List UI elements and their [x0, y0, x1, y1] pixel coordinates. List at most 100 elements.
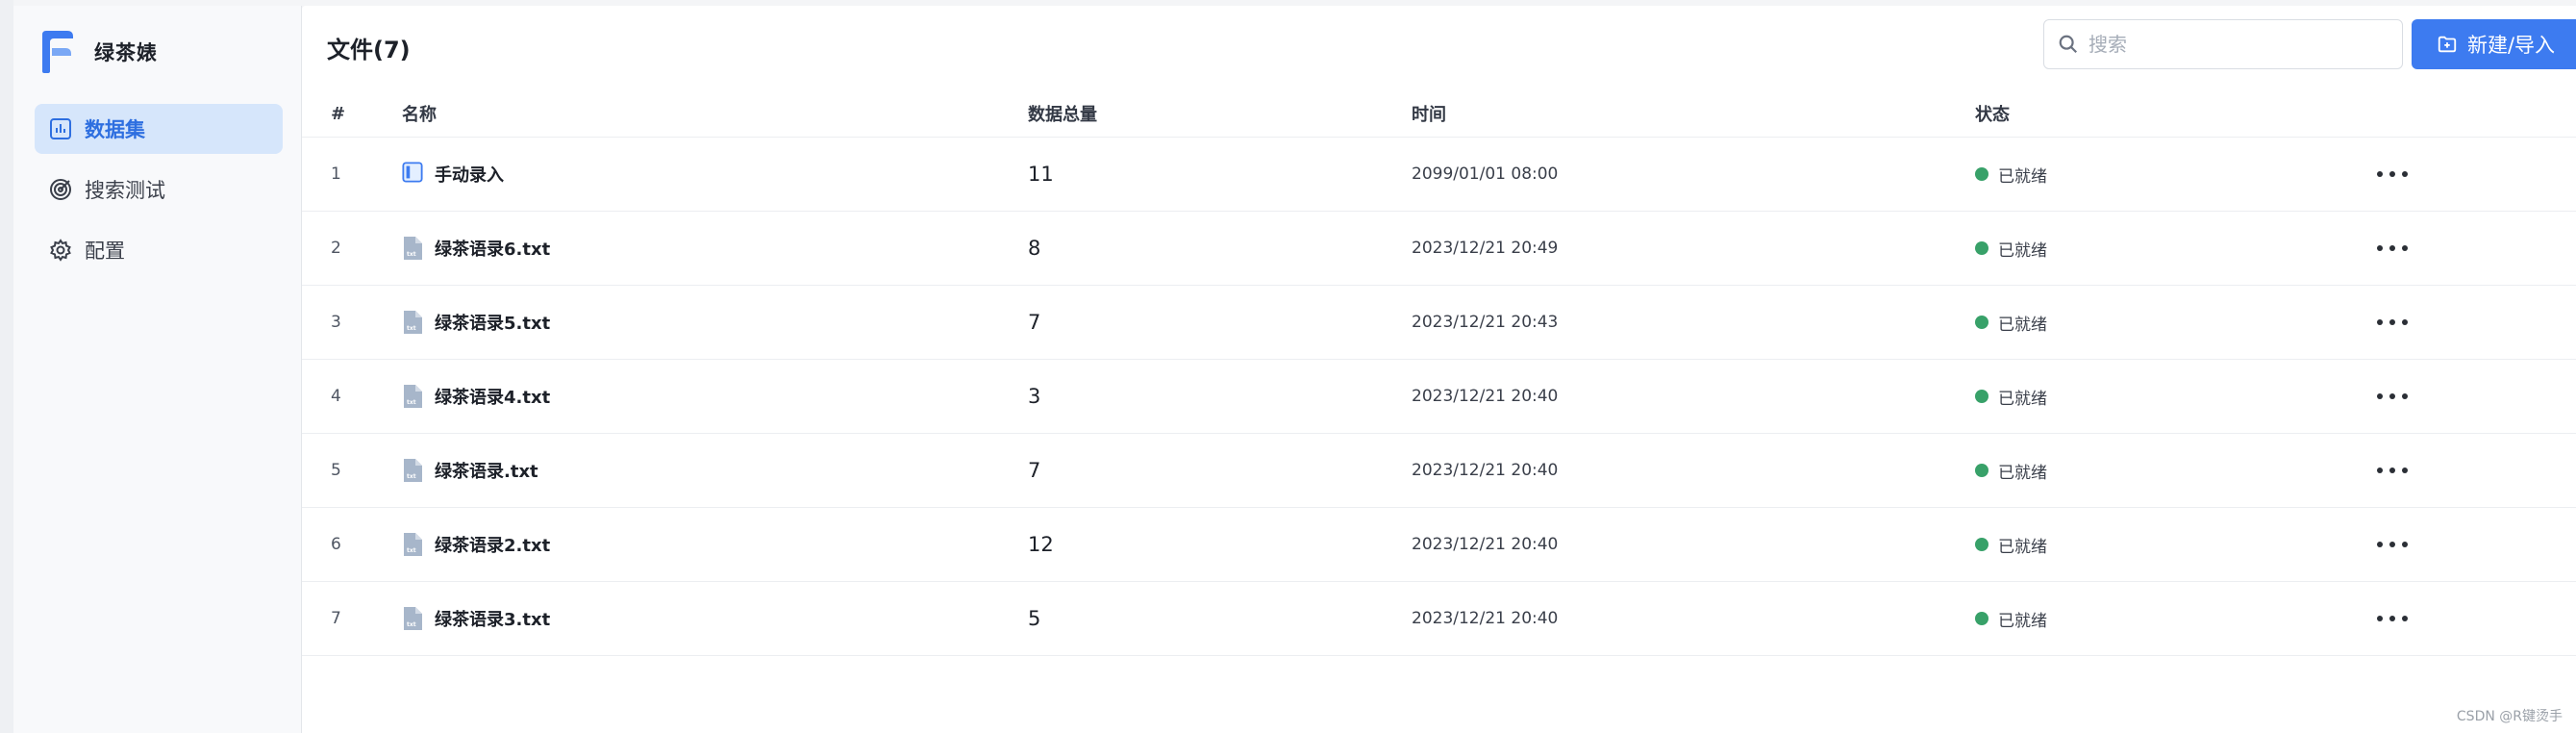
timestamp: 2023/12/21 20:40 — [1412, 387, 1559, 406]
txt-file-icon: txt — [402, 458, 423, 483]
status-label: 已就绪 — [1998, 315, 2047, 335]
status-label: 已就绪 — [1998, 389, 2047, 409]
status-badge: 已就绪 — [1975, 607, 2047, 631]
timestamp: 2023/12/21 20:40 — [1412, 461, 1559, 480]
table-row[interactable]: 4 txt 绿茶语录4.txt 3 2023/12/21 20:40 已就绪 — [302, 360, 2576, 434]
sidebar-item-label: 搜索测试 — [85, 179, 165, 202]
sidebar-item-config[interactable]: 配置 — [35, 225, 283, 275]
column-header-name: 名称 — [402, 105, 437, 125]
row-index: 4 — [331, 387, 341, 406]
page-title: 文件(7) — [327, 37, 411, 63]
sidebar: 绿茶婊 数据集 搜索测试 配置 — [13, 6, 302, 733]
data-count: 7 — [1028, 459, 1041, 482]
data-count: 3 — [1028, 385, 1041, 408]
file-name-cell[interactable]: txt 绿茶语录3.txt — [402, 606, 550, 631]
more-actions-icon[interactable] — [2377, 164, 2408, 184]
row-index: 1 — [331, 164, 341, 184]
row-index: 5 — [331, 461, 341, 480]
status-label: 已就绪 — [1998, 537, 2047, 557]
status-badge: 已就绪 — [1975, 385, 2047, 409]
status-label: 已就绪 — [1998, 611, 2047, 631]
txt-file-icon: txt — [402, 532, 423, 557]
file-name-cell[interactable]: txt 绿茶语录.txt — [402, 458, 538, 483]
status-badge: 已就绪 — [1975, 533, 2047, 557]
svg-text:txt: txt — [407, 621, 416, 628]
more-actions-icon[interactable] — [2377, 535, 2408, 554]
file-name-cell[interactable]: txt 绿茶语录4.txt — [402, 384, 550, 409]
table-row[interactable]: 2 txt 绿茶语录6.txt 8 2023/12/21 20:49 已就绪 — [302, 212, 2576, 286]
more-actions-icon[interactable] — [2377, 609, 2408, 628]
file-name-cell[interactable]: txt 绿茶语录2.txt — [402, 532, 550, 557]
status-dot-icon — [1975, 464, 1988, 477]
app-title: 绿茶婊 — [94, 41, 158, 64]
data-count: 8 — [1028, 237, 1041, 260]
svg-text:txt: txt — [407, 325, 416, 332]
target-icon — [48, 177, 73, 202]
table-body: 1 手动录入 11 2099/01/01 08:00 已就绪 2 txt 绿茶语录6.txt 8… — [302, 138, 2576, 656]
more-actions-icon[interactable] — [2377, 313, 2408, 332]
file-name: 手动录入 — [435, 165, 504, 186]
svg-text:txt: txt — [407, 473, 416, 480]
row-index: 7 — [331, 609, 341, 628]
timestamp: 2099/01/01 08:00 — [1412, 164, 1559, 184]
table-row[interactable]: 7 txt 绿茶语录3.txt 5 2023/12/21 20:40 已就绪 — [302, 582, 2576, 656]
txt-file-icon: txt — [402, 606, 423, 631]
file-name: 绿茶语录3.txt — [435, 610, 551, 630]
txt-file-icon: txt — [402, 384, 423, 409]
data-count: 12 — [1028, 533, 1054, 556]
file-name: 绿茶语录4.txt — [435, 388, 551, 408]
status-label: 已就绪 — [1998, 463, 2047, 483]
data-count: 7 — [1028, 311, 1041, 334]
column-header-count: 数据总量 — [1028, 105, 1097, 125]
watermark: CSDN @R键烫手 — [2456, 709, 2563, 724]
txt-file-icon: txt — [402, 236, 423, 261]
search-box[interactable] — [2043, 19, 2403, 69]
sidebar-item-label: 配置 — [85, 240, 125, 263]
row-index: 2 — [331, 239, 341, 258]
search-input[interactable] — [2087, 32, 2379, 57]
timestamp: 2023/12/21 20:40 — [1412, 535, 1559, 554]
status-dot-icon — [1975, 167, 1988, 181]
status-badge: 已就绪 — [1975, 459, 2047, 483]
gear-icon — [48, 238, 73, 263]
files-table: # 名称 数据总量 时间 状态 1 手动录入 11 2099/01/01 08:00 已… — [302, 90, 2576, 656]
sidebar-item-label: 数据集 — [85, 118, 145, 141]
svg-text:txt: txt — [407, 251, 416, 258]
column-header-index: # — [331, 103, 346, 124]
sidebar-item-search-test[interactable]: 搜索测试 — [35, 164, 283, 215]
status-badge: 已就绪 — [1975, 237, 2047, 261]
file-name: 绿茶语录6.txt — [435, 240, 551, 260]
row-index: 3 — [331, 313, 341, 332]
file-name-cell[interactable]: 手动录入 — [402, 162, 504, 187]
new-import-button[interactable]: 新建/导入 — [2412, 19, 2576, 69]
manual-entry-icon — [402, 162, 423, 187]
more-actions-icon[interactable] — [2377, 387, 2408, 406]
table-row[interactable]: 3 txt 绿茶语录5.txt 7 2023/12/21 20:43 已就绪 — [302, 286, 2576, 360]
file-name: 绿茶语录.txt — [435, 462, 538, 482]
table-row[interactable]: 5 txt 绿茶语录.txt 7 2023/12/21 20:40 已就绪 — [302, 434, 2576, 508]
file-name-cell[interactable]: txt 绿茶语录6.txt — [402, 236, 550, 261]
table-header: # 名称 数据总量 时间 状态 — [302, 90, 2576, 138]
column-header-status: 状态 — [1975, 105, 2010, 125]
sidebar-nav: 数据集 搜索测试 配置 — [35, 104, 283, 286]
row-index: 6 — [331, 535, 341, 554]
file-name: 绿茶语录2.txt — [435, 536, 551, 556]
timestamp: 2023/12/21 20:40 — [1412, 609, 1559, 628]
txt-file-icon: txt — [402, 310, 423, 335]
status-dot-icon — [1975, 316, 1988, 329]
table-row[interactable]: 1 手动录入 11 2099/01/01 08:00 已就绪 — [302, 138, 2576, 212]
data-count: 11 — [1028, 163, 1054, 186]
timestamp: 2023/12/21 20:49 — [1412, 239, 1559, 258]
status-badge: 已就绪 — [1975, 311, 2047, 335]
sidebar-item-dataset[interactable]: 数据集 — [35, 104, 283, 154]
file-name-cell[interactable]: txt 绿茶语录5.txt — [402, 310, 550, 335]
svg-text:txt: txt — [407, 399, 416, 406]
more-actions-icon[interactable] — [2377, 239, 2408, 258]
file-name: 绿茶语录5.txt — [435, 314, 551, 334]
table-row[interactable]: 6 txt 绿茶语录2.txt 12 2023/12/21 20:40 已就绪 — [302, 508, 2576, 582]
brand: 绿茶婊 — [38, 25, 158, 79]
more-actions-icon[interactable] — [2377, 461, 2408, 480]
main-panel: 文件(7) 新建/导入 # 名称 数据总量 时间 状态 1 手动录入 11 2099/… — [302, 6, 2576, 733]
status-badge: 已就绪 — [1975, 163, 2047, 187]
window-edge — [0, 0, 13, 733]
